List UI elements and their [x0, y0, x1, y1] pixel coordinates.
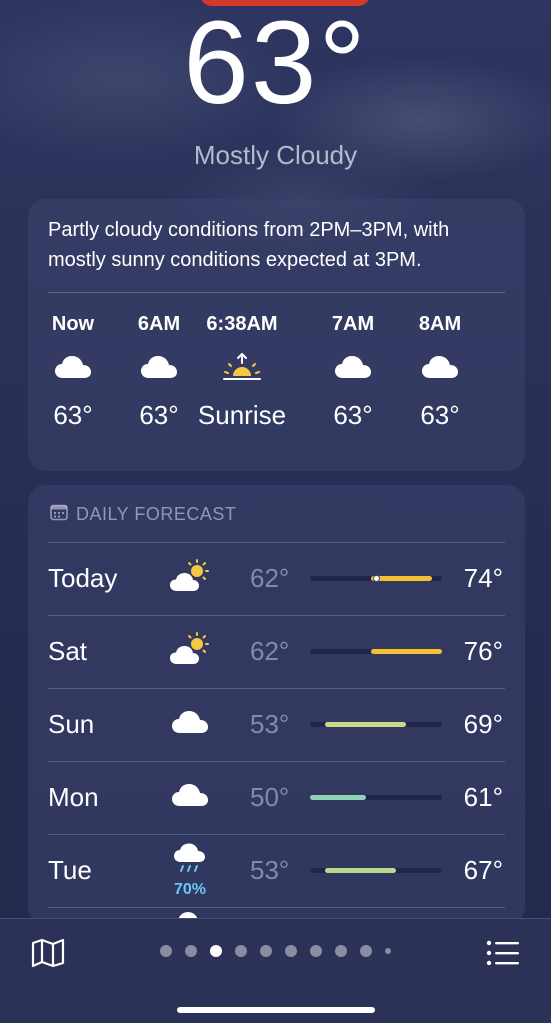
- day-name: Mon: [48, 782, 99, 812]
- low-temp: 62°: [250, 563, 290, 593]
- temp-range-fill: [370, 649, 442, 654]
- current-temp-dot: [372, 575, 380, 582]
- temp-range-fill: [310, 795, 366, 800]
- hourly-time: 6:38AM: [206, 313, 278, 335]
- page-dot[interactable]: [359, 945, 372, 957]
- home-indicator[interactable]: [177, 1007, 375, 1013]
- high-temp: 67°: [463, 855, 503, 885]
- hourly-item: 8AM 63°: [385, 309, 495, 435]
- day-name: Sat: [48, 636, 88, 666]
- low-temp: 50°: [250, 782, 290, 812]
- day-name: Tue: [48, 855, 92, 885]
- high-temp: 76°: [463, 636, 503, 666]
- cloud-icon: [170, 709, 210, 740]
- list-icon: [486, 940, 519, 966]
- daily-row-tue[interactable]: Tue 70% 53° 67°: [28, 834, 525, 907]
- page-dot[interactable]: [309, 945, 322, 957]
- precip-chance: 70%: [173, 881, 207, 898]
- temp-range-bar: [310, 795, 442, 800]
- day-weather-icon: [164, 542, 216, 615]
- map-button[interactable]: [28, 933, 68, 973]
- low-temp: 53°: [250, 709, 290, 739]
- current-temperature: 63°: [183, 0, 368, 129]
- high-temp: 74°: [463, 563, 503, 593]
- page-dot[interactable]: [334, 945, 347, 957]
- partly-sunny-icon: [168, 632, 212, 671]
- temp-range-bar: [310, 575, 442, 582]
- forecast-summary: Partly cloudy conditions from 2PM–3PM, w…: [48, 219, 450, 271]
- daily-forecast-header: DAILY FORECAST: [50, 503, 236, 525]
- daily-forecast-card[interactable]: DAILY FORECAST Today 62° 74° Sat 62° 76° Sun 53…: [28, 485, 525, 925]
- hourly-value: 63°: [420, 400, 460, 430]
- day-name: Today: [48, 563, 118, 593]
- hourly-value: Sunrise: [197, 400, 287, 430]
- temp-range-fill: [370, 576, 432, 581]
- daily-row-today[interactable]: Today 62° 74°: [28, 542, 525, 615]
- temp-range-fill: [325, 722, 407, 727]
- calendar-icon: [50, 503, 68, 526]
- page-dot[interactable]: [284, 945, 297, 957]
- temp-range-bar: [310, 722, 442, 727]
- page-dot[interactable]: [384, 948, 391, 954]
- location-list-button[interactable]: [483, 933, 523, 973]
- day-weather-icon: [164, 688, 216, 761]
- temp-range-fill: [325, 868, 397, 873]
- hourly-forecast-card[interactable]: Partly cloudy conditions from 2PM–3PM, w…: [28, 199, 525, 471]
- daily-row-sun[interactable]: Sun 53° 69°: [28, 688, 525, 761]
- high-temp: 61°: [463, 782, 503, 812]
- high-temp: 69°: [463, 709, 503, 739]
- daily-row-sat[interactable]: Sat 62° 76°: [28, 615, 525, 688]
- sunrise-icon: [187, 339, 297, 395]
- cloud-icon: [385, 339, 495, 395]
- page-dot[interactable]: [209, 945, 222, 957]
- day-weather-icon: 70%: [164, 834, 216, 907]
- temp-range-bar: [310, 868, 442, 873]
- temp-range-bar: [310, 649, 442, 654]
- day-name: Sun: [48, 709, 95, 739]
- page-dot[interactable]: [234, 945, 247, 957]
- page-dot[interactable]: [159, 945, 172, 957]
- day-weather-icon: [164, 761, 216, 834]
- hourly-time: 8AM: [418, 313, 462, 335]
- card-divider: [48, 292, 505, 293]
- page-dot[interactable]: [259, 945, 272, 957]
- daily-forecast-title: DAILY FORECAST: [76, 503, 237, 524]
- daily-row-mon[interactable]: Mon 50° 61°: [28, 761, 525, 834]
- row-divider: [48, 907, 505, 908]
- current-condition: Mostly Cloudy: [193, 140, 358, 170]
- low-temp: 53°: [250, 855, 290, 885]
- map-icon: [31, 938, 65, 968]
- page-dot[interactable]: [184, 945, 197, 957]
- cloud-icon: [170, 782, 210, 813]
- day-weather-icon: [164, 615, 216, 688]
- bottom-toolbar: [0, 918, 551, 1023]
- page-indicator[interactable]: [150, 944, 400, 958]
- rain-cloud-icon: [172, 842, 208, 879]
- hourly-item: 6:38AM Sunrise: [187, 309, 297, 435]
- low-temp: 62°: [250, 636, 290, 666]
- partly-sunny-icon: [168, 559, 212, 598]
